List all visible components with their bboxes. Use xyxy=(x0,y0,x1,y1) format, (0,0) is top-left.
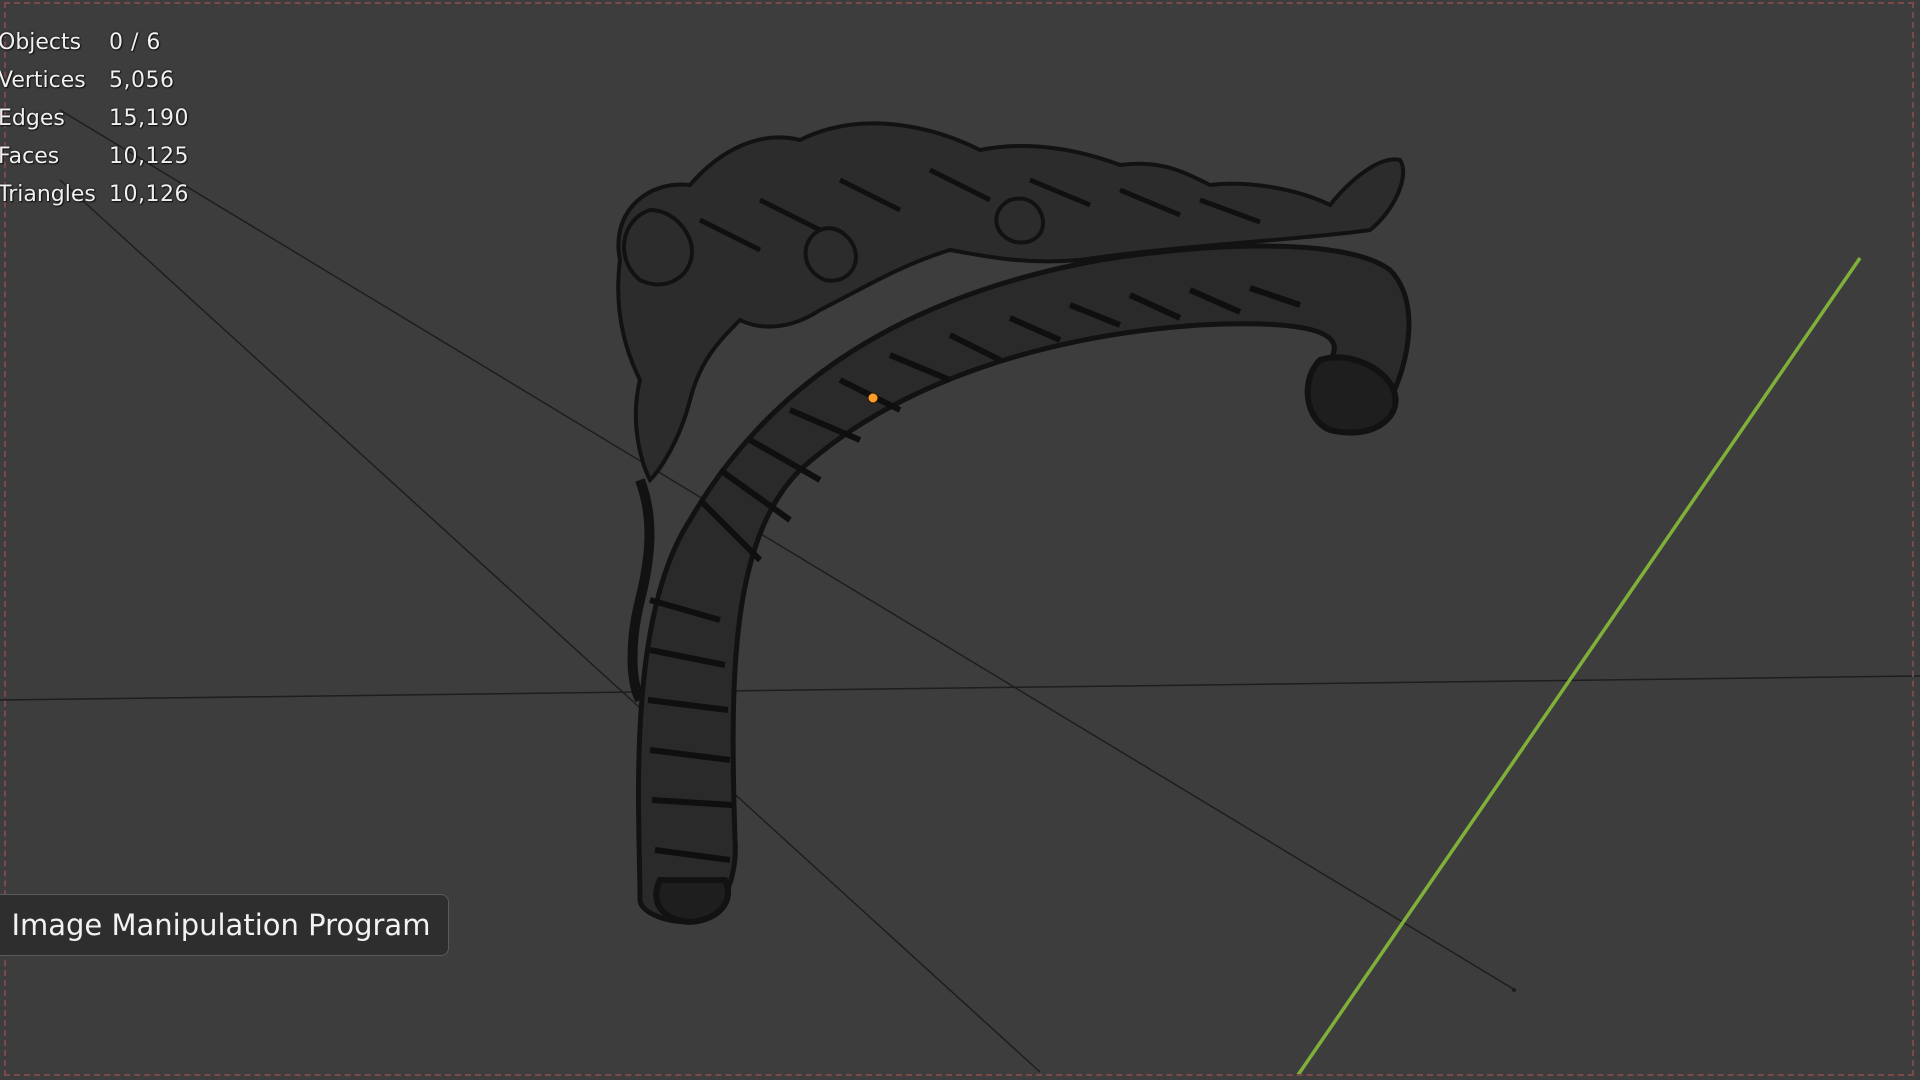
object-origin-dot xyxy=(867,392,879,404)
grid-line-end-marker xyxy=(1512,988,1516,992)
stat-value: 0 / 6 xyxy=(109,30,161,55)
stat-row-edges: Edges 15,190 xyxy=(0,100,189,138)
stat-row-triangles: Triangles 10,126 xyxy=(0,176,189,214)
stat-label: Vertices xyxy=(0,68,86,93)
app-tooltip: U Image Manipulation Program xyxy=(0,894,450,956)
grid-line xyxy=(0,675,1920,701)
stat-value: 15,190 xyxy=(109,106,189,131)
stat-value: 10,126 xyxy=(109,182,189,207)
statistics-overlay: Objects 0 / 6 Vertices 5,056 Edges 15,19… xyxy=(0,24,189,214)
stat-label: Faces xyxy=(0,144,60,169)
stat-value: 5,056 xyxy=(109,68,175,93)
stat-label: Objects xyxy=(0,30,82,55)
stat-row-vertices: Vertices 5,056 xyxy=(0,62,189,100)
tooltip-text: U Image Manipulation Program xyxy=(0,908,431,942)
stat-label: Triangles xyxy=(0,182,96,207)
stat-label: Edges xyxy=(0,106,65,131)
stat-value: 10,125 xyxy=(109,144,189,169)
stat-row-faces: Faces 10,125 xyxy=(0,138,189,176)
wireframe-mesh[interactable] xyxy=(616,121,1412,926)
3d-viewport[interactable]: Objects 0 / 6 Vertices 5,056 Edges 15,19… xyxy=(0,0,1920,1080)
stat-row-objects: Objects 0 / 6 xyxy=(0,24,189,62)
